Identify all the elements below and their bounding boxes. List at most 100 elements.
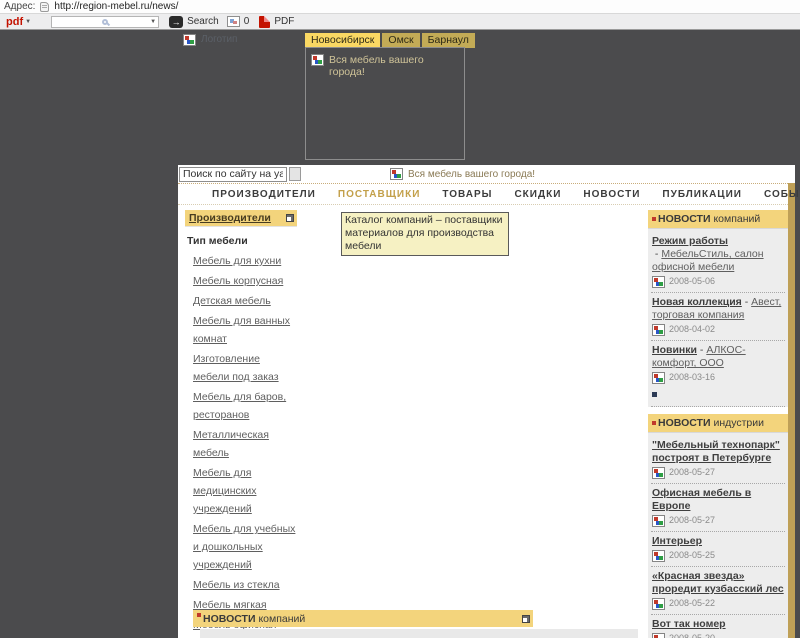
pdf-menu-button[interactable]: pdf ▼ [6,16,31,28]
site-search-input[interactable] [179,166,287,182]
sidebar-link-metal[interactable]: Металлическая мебель [193,429,269,459]
site-logo[interactable]: Логотип [183,34,237,46]
bottom-news-title: НОВОСТИ компаний [197,612,305,625]
list-item: Мебель корпусная [193,271,297,289]
pdf-file-icon[interactable] [259,15,271,28]
nav-publications[interactable]: ПУБЛИКАЦИИ [662,189,742,200]
bottom-news-panel-header: НОВОСТИ компаний [193,610,533,627]
left-sidebar: Производители Тип мебели Мебель для кухн… [185,210,297,638]
broken-image-icon [183,34,196,46]
header-banner: Вся мебель вашего города! [305,47,465,160]
tab-omsk[interactable]: Омск [382,33,420,48]
list-item: Мебель для медицинских учреждений [193,463,297,517]
news-title-link[interactable]: Новая коллекция [652,296,742,308]
industry-news-title: НОВОСТИ индустрии [658,417,765,429]
furniture-type-heading: Тип мебели [187,235,248,247]
right-sidebar: НОВОСТИ компаний Режим работы - МебельСт… [648,210,788,638]
list-item: Детская мебель [193,291,297,309]
news-item: "Мебельный технопарк" построят в Петербу… [651,436,785,484]
snapshot-count: 0 [243,16,250,27]
list-item: Мебель для учебных и дошкольных учрежден… [193,519,297,573]
sidebar-link-cabinet[interactable]: Мебель корпусная [193,275,283,287]
broken-image-icon [652,550,665,562]
search-icon [102,18,109,25]
panel-corner-icon[interactable] [286,214,294,222]
pdf-convert-button[interactable]: PDF [274,16,294,27]
tab-barnaul[interactable]: Барнаул [421,33,475,48]
list-item: Мебель из стекла [193,575,297,593]
sidebar-link-kitchen[interactable]: Мебель для кухни [193,255,281,267]
news-title-link[interactable]: Режим работы [652,235,728,247]
broken-bullet-icon [197,612,201,617]
news-title-link[interactable]: Интерьер [652,535,702,547]
site-container: Логотип Новосибирск Омск Барнаул Вся меб… [178,30,800,638]
sidebar-link-custom[interactable]: Изготовление мебели под заказ [193,353,279,383]
nav-news[interactable]: НОВОСТИ [583,189,640,200]
broken-bullet-icon [652,217,656,221]
nav-discounts[interactable]: СКИДКИ [514,189,561,200]
company-news-title: НОВОСТИ компаний [658,213,761,225]
tagline-text: Вся мебель вашего города! [408,168,536,180]
site-search-button[interactable] [289,167,301,181]
nav-suppliers[interactable]: ПОСТАВЩИКИ [338,189,421,200]
news-item: Интерьер 2008-05-25 [651,532,785,567]
news-item: Вот так номер 2008-05-20 [651,615,785,638]
news-item: Офисная мебель в Европе 2008-05-27 [651,484,785,532]
search-go-button[interactable]: → [169,15,184,28]
search-button[interactable]: Search [187,16,219,27]
sidebar-link-glass[interactable]: Мебель из стекла [193,579,280,591]
manufacturers-panel-title[interactable]: Производители [189,212,271,224]
broken-image-icon [652,515,665,527]
main-nav: ПРОИЗВОДИТЕЛИ ПОСТАВЩИКИ ТОВАРЫ СКИДКИ Н… [178,183,800,205]
broken-bullet-icon [652,421,656,425]
content-area: Производители Тип мебели Мебель для кухн… [178,205,788,638]
news-title-link[interactable]: Офисная мебель в Европе [652,487,751,512]
nav-manufacturers[interactable]: ПРОИЗВОДИТЕЛИ [212,189,316,200]
news-item: Новая коллекция - Авест, торговая компан… [651,293,785,341]
broken-image-icon [652,467,665,479]
suppliers-tooltip: Каталог компаний – поставщики материалов… [341,212,509,256]
broken-image-icon [652,324,665,336]
nav-goods[interactable]: ТОВАРЫ [442,189,492,200]
address-url[interactable]: http://region-mebel.ru/news/ [54,1,178,12]
panel-corner-icon[interactable] [522,614,530,623]
broken-image-icon [652,633,665,638]
news-date: 2008-04-02 [669,324,716,334]
nav-events[interactable]: СОБЫТИЯ [764,189,800,200]
sidebar-link-medical[interactable]: Мебель для медицинских учреждений [193,467,256,515]
broken-image-icon [652,276,665,288]
company-news-list: Режим работы - МебельСтиль, салон офисно… [648,229,788,407]
snapshot-icon[interactable] [226,16,240,27]
industry-news-header: НОВОСТИ индустрии [648,414,788,433]
news-title-link[interactable]: Новинки [652,344,697,356]
news-date: 2008-03-16 [669,372,716,382]
sidebar-link-children[interactable]: Детская мебель [193,295,271,307]
news-date: 2008-05-25 [669,550,716,560]
site-tagline: Вся мебель вашего города! [390,168,535,180]
toolbar-search-combobox[interactable]: ▼ [51,15,160,28]
news-title-link[interactable]: "Мебельный технопарк" построят в Петербу… [652,439,780,464]
page-icon [40,1,50,12]
sidebar-link-schools[interactable]: Мебель для учебных и дошкольных учрежден… [193,523,295,571]
city-tabs: Новосибирск Омск Барнаул [305,33,475,48]
news-date: 2008-05-20 [669,633,716,638]
industry-news-list: "Мебельный технопарк" построят в Петербу… [648,433,788,638]
sidebar-link-bathroom[interactable]: Мебель для ванных комнат [193,315,290,345]
list-item: Металлическая мебель [193,425,297,461]
logo-alt-text: Логотип [201,34,238,45]
broken-image-icon [652,598,665,610]
manufacturers-panel-header: Производители [185,210,297,227]
news-date: 2008-05-22 [669,598,716,608]
news-title-link[interactable]: «Красная звезда» проредит кузбасский лес [652,570,784,595]
news-date: 2008-05-27 [669,515,716,525]
news-title-link[interactable]: Вот так номер [652,618,726,630]
address-label: Адрес: [4,1,36,12]
broken-image-icon [311,54,324,66]
news-date: 2008-05-27 [669,467,716,477]
chevron-down-icon[interactable]: ▼ [150,19,156,25]
sidebar-link-bars[interactable]: Мебель для баров, ресторанов [193,391,286,421]
news-company-link[interactable]: МебельСтиль, салон офисной мебели [652,248,764,273]
broken-image-icon [652,372,665,384]
tab-novosibirsk[interactable]: Новосибирск [305,33,381,48]
pdf-toolbar: pdf ▼ ▼ → Search 0 PDF [0,14,800,30]
